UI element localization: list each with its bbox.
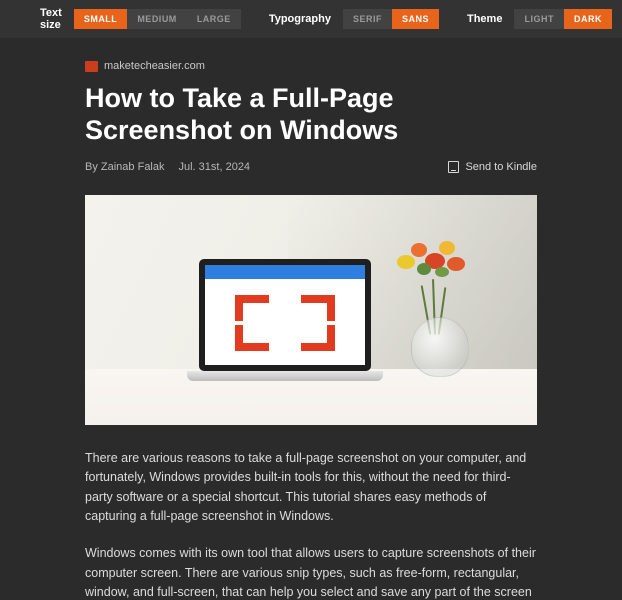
reader-toolbar: Text size SMALL MEDIUM LARGE Typography … bbox=[0, 0, 622, 38]
site-line: maketecheasier.com bbox=[85, 60, 537, 72]
theme-light-button[interactable]: LIGHT bbox=[514, 9, 564, 29]
text-size-label: Text size bbox=[40, 7, 62, 31]
article-content: maketecheasier.com How to Take a Full-Pa… bbox=[0, 38, 622, 600]
article-paragraph: Windows comes with its own tool that all… bbox=[85, 544, 537, 600]
kindle-label: Send to Kindle bbox=[465, 161, 537, 173]
site-domain: maketecheasier.com bbox=[104, 60, 205, 72]
kindle-icon bbox=[448, 161, 459, 173]
send-to-kindle-button[interactable]: Send to Kindle bbox=[448, 161, 537, 173]
meta-row: By Zainab Falak Jul. 31st, 2024 Send to … bbox=[85, 161, 537, 173]
typography-label: Typography bbox=[269, 13, 331, 25]
screenshot-bracket-icon bbox=[235, 295, 335, 351]
laptop-screen-icon bbox=[199, 259, 371, 371]
laptop-base-icon bbox=[187, 371, 383, 381]
typography-sans-button[interactable]: SANS bbox=[392, 9, 439, 29]
theme-group: LIGHT DARK bbox=[514, 9, 612, 29]
hero-image bbox=[85, 195, 537, 425]
typography-group: SERIF SANS bbox=[343, 9, 439, 29]
flowers-icon bbox=[387, 235, 477, 295]
theme-dark-button[interactable]: DARK bbox=[564, 9, 612, 29]
article-paragraph: There are various reasons to take a full… bbox=[85, 449, 537, 527]
text-size-large-button[interactable]: LARGE bbox=[187, 9, 241, 29]
text-size-small-button[interactable]: SMALL bbox=[74, 9, 128, 29]
article-date: Jul. 31st, 2024 bbox=[179, 161, 251, 173]
article-title: How to Take a Full-Page Screenshot on Wi… bbox=[85, 82, 537, 147]
text-size-group: SMALL MEDIUM LARGE bbox=[74, 9, 241, 29]
typography-serif-button[interactable]: SERIF bbox=[343, 9, 392, 29]
vase-icon bbox=[411, 317, 469, 377]
theme-label: Theme bbox=[467, 13, 502, 25]
text-size-medium-button[interactable]: MEDIUM bbox=[127, 9, 187, 29]
article-author: By Zainab Falak bbox=[85, 161, 165, 173]
site-favicon-icon bbox=[85, 61, 98, 72]
